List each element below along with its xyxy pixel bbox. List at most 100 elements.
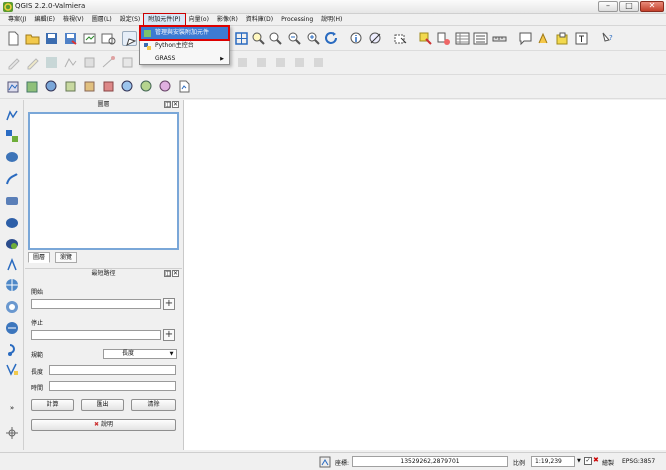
menu-vector[interactable]: 向量(o) — [185, 14, 213, 26]
zoom-selection-icon[interactable] — [268, 31, 283, 46]
start-point-field[interactable] — [31, 299, 161, 309]
add-mssql-layer-icon[interactable] — [82, 79, 97, 94]
menu-plugins[interactable]: 附加元件(P) — [143, 12, 186, 27]
menu-layer[interactable]: 圖層(L) — [88, 14, 116, 26]
add-postgis-layer-icon[interactable] — [44, 79, 59, 94]
menu-view[interactable]: 檢視(V) — [59, 14, 88, 26]
whats-this-icon[interactable]: ? — [600, 31, 615, 46]
render-checkbox[interactable]: ✓ — [584, 457, 592, 465]
add-wfs-icon[interactable] — [5, 321, 19, 335]
save-as-icon[interactable] — [63, 31, 78, 46]
current-edits-icon[interactable] — [6, 55, 21, 70]
zoom-next-icon[interactable] — [306, 31, 321, 46]
move-feature-icon[interactable] — [82, 55, 97, 70]
coordinate-field[interactable]: 13529262,2879701 — [352, 456, 508, 467]
select-features-icon[interactable] — [393, 31, 408, 46]
identify-icon[interactable] — [349, 31, 364, 46]
add-spatialite-icon[interactable] — [5, 172, 19, 186]
menu-edit[interactable]: 編輯(E) — [30, 14, 58, 26]
copy-features-icon[interactable] — [254, 55, 269, 70]
show-bookmarks-icon[interactable] — [555, 31, 570, 46]
float-panel-icon[interactable]: ◫ — [164, 270, 171, 277]
add-feature-icon[interactable] — [63, 55, 78, 70]
open-project-icon[interactable] — [25, 31, 40, 46]
field-calculator-icon[interactable] — [436, 31, 451, 46]
float-panel-icon[interactable]: ◫ — [164, 101, 171, 108]
composer-manager-icon[interactable] — [101, 31, 116, 46]
map-tips-icon[interactable] — [518, 31, 533, 46]
close-panel-icon[interactable]: ✕ — [172, 101, 179, 108]
zoom-full-icon[interactable] — [234, 31, 249, 46]
stop-point-field[interactable] — [31, 330, 161, 340]
new-project-icon[interactable] — [6, 31, 21, 46]
toggle-editing-icon[interactable] — [25, 55, 40, 70]
text-annotation-icon[interactable] — [574, 31, 589, 46]
attribute-table-icon[interactable] — [455, 31, 470, 46]
refresh-icon[interactable] — [324, 31, 339, 46]
add-raster-icon[interactable] — [5, 129, 19, 143]
node-tool-icon[interactable] — [101, 55, 116, 70]
bookmark-icon[interactable] — [536, 31, 551, 46]
stop-render-icon[interactable]: ✖ — [593, 457, 601, 465]
deselect-icon[interactable] — [418, 31, 433, 46]
minimize-button[interactable]: – — [598, 1, 618, 12]
label-tool-icon[interactable] — [292, 55, 307, 70]
menu-project[interactable]: 專案(J) — [4, 14, 30, 26]
add-delimited-text-icon[interactable] — [5, 258, 19, 272]
new-layer-icon[interactable] — [5, 362, 19, 376]
close-window-button[interactable]: ✕ — [640, 1, 664, 12]
pick-stop-button[interactable]: + — [163, 329, 175, 341]
time-field[interactable] — [49, 381, 176, 391]
statistics-icon[interactable] — [473, 31, 488, 46]
new-shapefile-icon[interactable] — [177, 79, 192, 94]
add-wfs-layer-icon[interactable] — [158, 79, 173, 94]
export-button[interactable]: 匯出 — [81, 399, 124, 411]
layers-list[interactable] — [28, 112, 179, 250]
map-canvas[interactable] — [183, 100, 666, 450]
add-raster-layer-icon[interactable] — [25, 79, 40, 94]
measure-icon[interactable] — [368, 31, 383, 46]
save-project-icon[interactable] — [44, 31, 59, 46]
scale-chevron-down-icon[interactable]: ▼ — [577, 458, 581, 464]
crosshair-icon[interactable] — [5, 426, 19, 440]
add-wcs-layer-icon[interactable] — [139, 79, 154, 94]
help-button[interactable]: ✖ 說明 — [31, 419, 176, 431]
add-gps-icon[interactable] — [5, 343, 19, 357]
crs-status[interactable]: EPSG:3857 — [622, 458, 655, 465]
add-oracle-layer-icon[interactable] — [101, 79, 116, 94]
add-oracle-icon[interactable] — [5, 216, 19, 230]
clear-button[interactable]: 清除 — [131, 399, 176, 411]
tab-browser[interactable]: 瀏覽 — [55, 252, 78, 263]
menu-processing[interactable]: Processing — [277, 14, 317, 26]
zoom-layer-icon[interactable] — [251, 31, 266, 46]
criterion-select[interactable]: 長度 ▼ — [103, 349, 177, 359]
pan-map-icon[interactable] — [122, 31, 137, 46]
grass-submenu-item[interactable]: GRASS ▶ — [141, 53, 228, 65]
length-field[interactable] — [49, 365, 176, 375]
save-edits-icon[interactable] — [44, 55, 59, 70]
scale-select[interactable]: 1:19,239 — [531, 456, 575, 467]
pick-start-button[interactable]: + — [163, 298, 175, 310]
zoom-last-icon[interactable] — [287, 31, 302, 46]
tab-layers[interactable]: 圖層 — [28, 252, 51, 263]
add-vector-layer-icon[interactable] — [6, 79, 21, 94]
add-vector-icon[interactable] — [5, 108, 19, 122]
cut-features-icon[interactable] — [235, 55, 250, 70]
measure-line-icon[interactable] — [492, 31, 507, 46]
add-db2-icon[interactable] — [5, 237, 19, 251]
close-panel-icon[interactable]: ✕ — [172, 270, 179, 277]
more-tools-chevron-icon[interactable]: » — [5, 404, 19, 418]
menu-raster[interactable]: 影像(R) — [213, 14, 242, 26]
python-console-item[interactable]: Python主控台 — [141, 40, 228, 52]
maximize-button[interactable]: □ — [619, 1, 639, 12]
toggle-extents-icon[interactable] — [319, 456, 331, 468]
add-mssql-icon[interactable] — [5, 194, 19, 208]
add-wcs-icon[interactable] — [5, 300, 19, 314]
calculate-button[interactable]: 計算 — [31, 399, 74, 411]
add-wms-icon[interactable] — [5, 278, 19, 292]
add-wms-layer-icon[interactable] — [120, 79, 135, 94]
menu-database[interactable]: 資料庫(D) — [242, 14, 277, 26]
add-spatialite-layer-icon[interactable] — [63, 79, 78, 94]
manage-install-plugins-item[interactable]: 管理與安裝附加元件 — [139, 25, 230, 41]
menu-settings[interactable]: 設定(S) — [116, 14, 145, 26]
